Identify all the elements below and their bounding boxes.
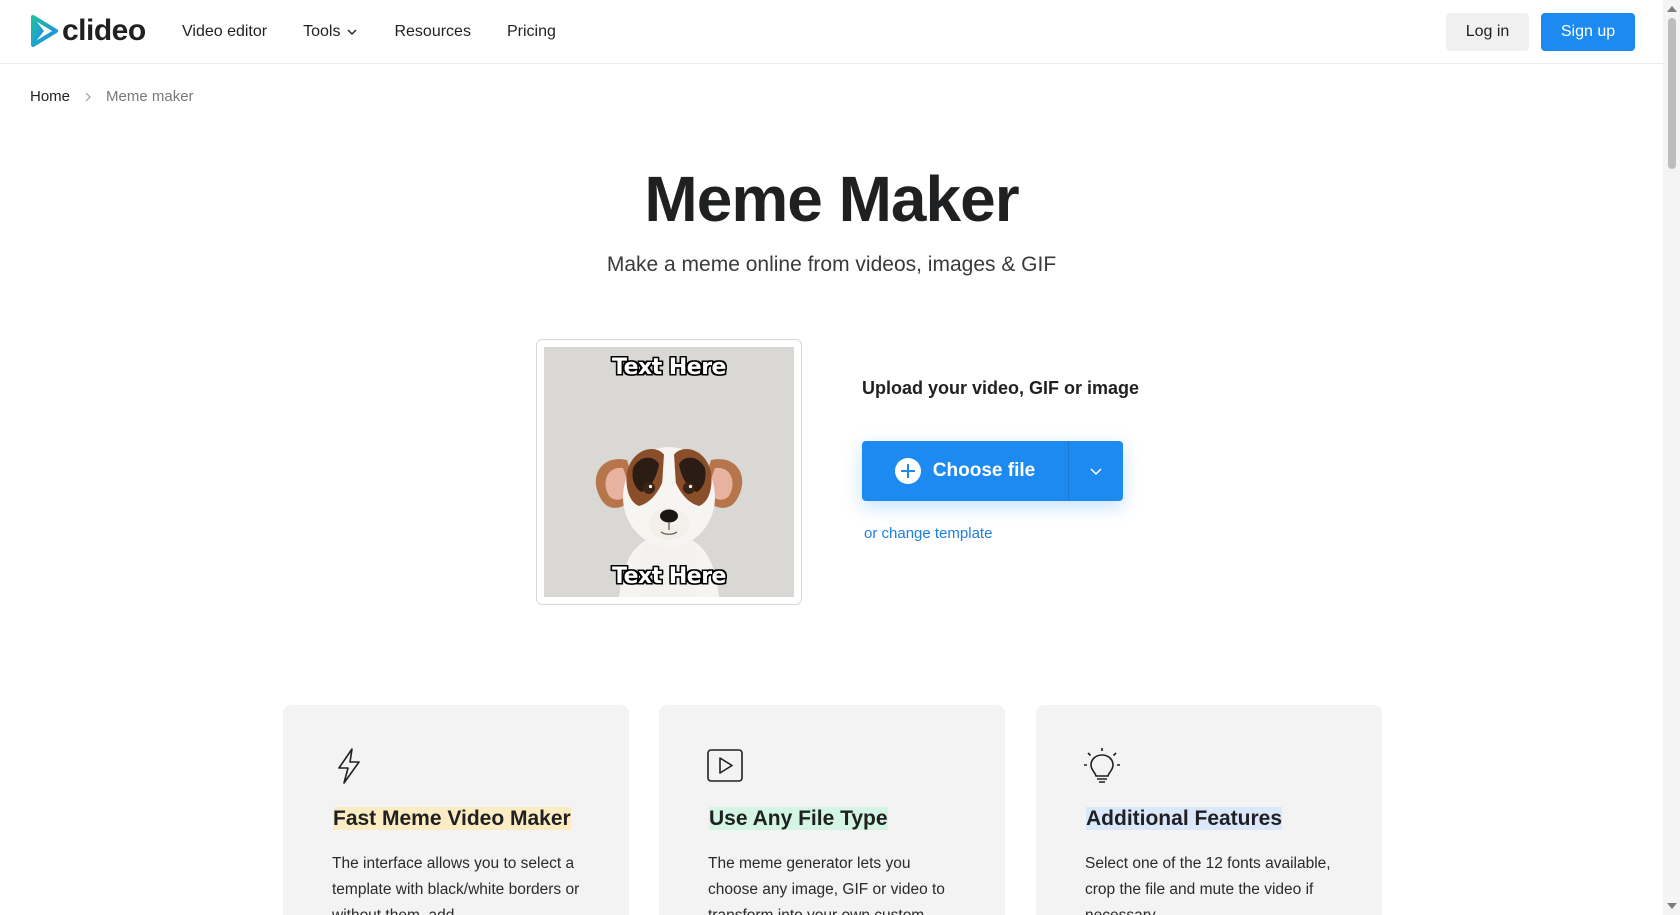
feature-card: Use Any File Type The meme generator let… bbox=[659, 705, 1005, 915]
upload-source-dropdown[interactable] bbox=[1069, 441, 1123, 501]
main-nav: Video editor Tools Resources Pricing bbox=[182, 0, 556, 64]
scroll-up-arrow-icon[interactable] bbox=[1667, 6, 1677, 12]
chevron-right-icon bbox=[85, 92, 91, 101]
plus-circle-icon bbox=[894, 458, 921, 484]
feature-title-text: Additional Features bbox=[1086, 807, 1283, 830]
feature-description: The meme generator lets you choose any i… bbox=[708, 855, 945, 915]
nav-tools[interactable]: Tools bbox=[303, 23, 358, 41]
page-title: Meme Maker bbox=[644, 163, 1019, 235]
meme-top-text: Text Here bbox=[612, 355, 726, 380]
feature-title-text: Fast Meme Video Maker bbox=[333, 807, 571, 830]
nav-video-editor[interactable]: Video editor bbox=[182, 23, 267, 41]
signup-button[interactable]: Sign up bbox=[1541, 13, 1635, 51]
page-scrollbar[interactable] bbox=[1663, 0, 1680, 915]
breadcrumb: Home Meme maker bbox=[30, 88, 194, 105]
page-subtitle: Make a meme online from videos, images &… bbox=[606, 253, 1057, 276]
nav-tools-label: Tools bbox=[303, 23, 341, 40]
nav-pricing[interactable]: Pricing bbox=[507, 23, 556, 41]
scroll-down-arrow-icon[interactable] bbox=[1667, 903, 1677, 909]
feature-card: Fast Meme Video Maker The interface allo… bbox=[283, 705, 629, 915]
meme-template-preview[interactable]: Text Here Text Here bbox=[536, 339, 802, 605]
meme-bottom-text: Text Here bbox=[612, 564, 726, 589]
lightbulb-icon bbox=[1084, 748, 1120, 783]
breadcrumb-home[interactable]: Home bbox=[30, 88, 70, 105]
nav-resources[interactable]: Resources bbox=[394, 23, 470, 41]
scroll-thumb[interactable] bbox=[1668, 18, 1676, 169]
feature-description: The interface allows you to select a tem… bbox=[332, 855, 580, 915]
change-template-link[interactable]: or change template bbox=[864, 525, 992, 542]
feature-title: Additional Features bbox=[1085, 807, 1283, 831]
lightning-icon bbox=[338, 748, 360, 784]
breadcrumb-current: Meme maker bbox=[106, 88, 194, 105]
choose-file-button-group: Choose file bbox=[862, 441, 1123, 501]
upload-label: Upload your video, GIF or image bbox=[862, 378, 1140, 398]
site-header: clideo Video editor Tools Resources Pric… bbox=[0, 0, 1663, 64]
feature-title: Use Any File Type bbox=[708, 807, 889, 831]
feature-title-text: Use Any File Type bbox=[709, 807, 888, 830]
chevron-down-icon bbox=[1090, 468, 1102, 476]
clideo-logo[interactable]: clideo bbox=[30, 14, 146, 48]
feature-title: Fast Meme Video Maker bbox=[332, 807, 572, 831]
chevron-down-icon bbox=[347, 29, 357, 35]
choose-file-label: Choose file bbox=[932, 460, 1036, 481]
feature-description: Select one of the 12 fonts available, cr… bbox=[1085, 855, 1331, 915]
logo-text: clideo bbox=[62, 14, 146, 47]
login-button[interactable]: Log in bbox=[1446, 13, 1529, 51]
play-icon bbox=[707, 749, 743, 782]
choose-file-button[interactable]: Choose file bbox=[862, 441, 1068, 501]
meme-preview-image: Text Here Text Here bbox=[544, 347, 794, 597]
feature-card: Additional Features Select one of the 12… bbox=[1036, 705, 1382, 915]
logo-play-icon bbox=[31, 15, 58, 47]
